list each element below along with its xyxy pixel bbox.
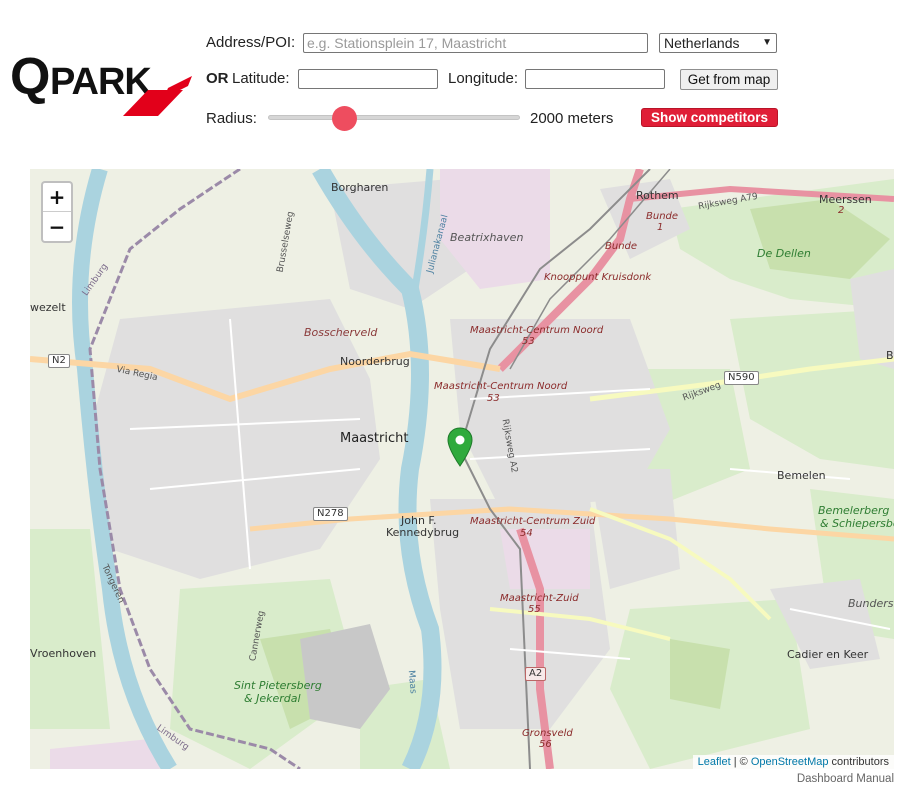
zoom-control: + − — [41, 181, 73, 243]
longitude-input[interactable] — [525, 69, 665, 89]
map-label-mcz: Maastricht-Centrum Zuid — [470, 516, 596, 527]
longitude-label: Longitude: — [448, 70, 519, 87]
address-label: Address/POI: — [206, 34, 296, 51]
map-label-sint-pietersberg-2: & Jekerdal — [244, 692, 301, 705]
radius-label: Radius: — [206, 110, 257, 127]
logo-wordmark: PARK — [50, 61, 152, 103]
get-from-map-button[interactable]: Get from map — [680, 69, 778, 90]
map-label-rothem: Rothem — [636, 189, 679, 202]
map-label-knooppunt-kruisdonk: Knooppunt Kruisdonk — [544, 272, 652, 283]
map-label-mcn-2-num: 53 — [487, 393, 500, 404]
zoom-out-button[interactable]: − — [43, 212, 71, 241]
dashboard-manual-link[interactable]: Dashboard Manual — [797, 773, 894, 785]
map-label-mcz-num: 54 — [520, 528, 533, 539]
zoom-in-button[interactable]: + — [43, 183, 71, 212]
map-label-mz: Maastricht-Zuid — [500, 593, 579, 604]
radius-row: Radius: 2000 meters Show competitors — [206, 106, 806, 134]
map-label-jfk-2: Kennedybrug — [386, 526, 460, 539]
map-label-mcn: Maastricht-Centrum Noord — [470, 325, 604, 336]
map-label-meerssen: Meerssen — [819, 193, 872, 206]
country-selected-value: Netherlands — [664, 35, 740, 51]
map-shield-n2: N2 — [48, 354, 70, 368]
map-label-maas: Maas — [405, 669, 418, 695]
map-label-bemelerberg: Bemelerberg — [818, 504, 890, 517]
map-label-sint-pietersberg-1: Sint Pietersberg — [234, 679, 322, 692]
attribution-tail: contributors — [828, 756, 889, 768]
svg-text:Q: Q — [10, 48, 49, 106]
latitude-label: Latitude: — [232, 70, 290, 87]
map-label-mcn-num: 53 — [522, 336, 535, 347]
latitude-input[interactable] — [298, 69, 438, 89]
country-select[interactable]: Netherlands ▼ — [659, 33, 777, 53]
attribution-separator: | © — [730, 756, 751, 768]
openstreetmap-link[interactable]: OpenStreetMap — [751, 756, 829, 768]
radius-value: 2000 meters — [530, 110, 614, 127]
map-label-mcn-2: Maastricht-Centrum Noord — [434, 381, 568, 392]
or-label: OR — [206, 70, 229, 87]
map-label-bunde-num: 1 — [657, 222, 664, 233]
map-label-de-dellen: De Dellen — [757, 247, 811, 260]
map-label-borgharen: Borgharen — [331, 181, 389, 194]
show-competitors-button[interactable]: Show competitors — [641, 108, 778, 127]
leaflet-link[interactable]: Leaflet — [698, 756, 731, 768]
map-label-bunde-2: Bunde — [605, 241, 638, 252]
map-label-b-edge: B — [886, 349, 894, 362]
map-label-bunde: Bunde — [646, 211, 679, 222]
map-label-bosscherveld: Bosscherveld — [304, 326, 378, 339]
coordinates-row: OR Latitude: Longitude: Get from map — [206, 68, 806, 94]
address-row: Address/POI: Netherlands ▼ — [206, 30, 806, 56]
chevron-down-icon: ▼ — [762, 37, 772, 48]
address-input[interactable] — [303, 33, 648, 53]
map-label-bemelen: Bemelen — [777, 469, 826, 482]
map-label-gronsveld: Gronsveld — [522, 728, 573, 739]
map-label-wezelt: wezelt — [30, 301, 66, 314]
map-label-cadier-en-keer: Cadier en Keer — [787, 648, 869, 661]
radius-slider-track[interactable] — [268, 115, 520, 120]
map-shield-a2: A2 — [525, 667, 547, 681]
map-label-mz-num: 55 — [528, 604, 541, 615]
map-label-bundersbe: Bundersbe — [848, 597, 894, 610]
map-shield-n590: N590 — [724, 371, 759, 385]
map-label-schiepersberg: & Schiepersber — [820, 517, 894, 530]
radius-slider-thumb[interactable] — [331, 106, 357, 131]
map-label-gronsveld-num: 56 — [539, 739, 552, 750]
map-label-vroenhoven: Vroenhoven — [30, 647, 97, 660]
map-label-maastricht: Maastricht — [340, 431, 409, 446]
map-shield-n278: N278 — [313, 507, 348, 521]
map-label-beatrixhaven: Beatrixhaven — [450, 231, 524, 244]
map-container[interactable]: Borgharen Beatrixhaven Rothem Meerssen 2… — [30, 169, 894, 769]
qpark-logo: Q PARK — [8, 42, 198, 122]
map-label-noorderbrug: Noorderbrug — [340, 355, 410, 368]
location-marker-icon[interactable] — [447, 427, 473, 467]
map-attribution: Leaflet | © OpenStreetMap contributors — [692, 755, 894, 769]
map-label-meerssen-num: 2 — [838, 205, 845, 216]
